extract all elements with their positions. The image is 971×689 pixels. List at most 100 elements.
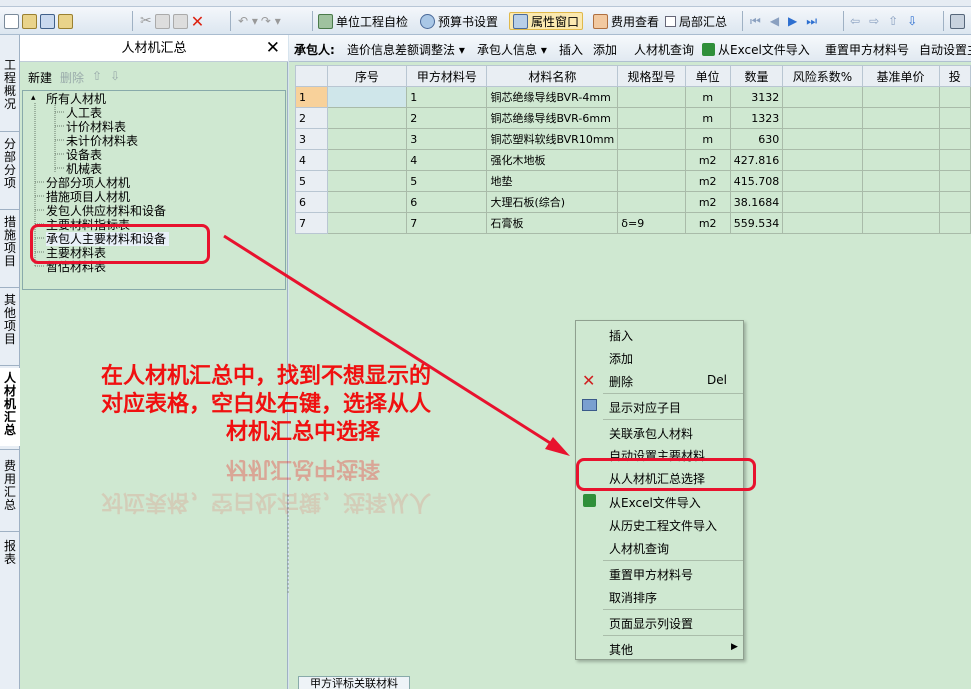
index-cell[interactable] [326, 128, 408, 150]
base-price-cell[interactable] [861, 170, 940, 192]
code-cell[interactable]: 5 [406, 170, 488, 192]
unit-cell[interactable]: m2 [684, 191, 731, 213]
unit-cell[interactable]: m2 [684, 149, 731, 171]
menu-show-child[interactable]: 显示对应子目 [609, 399, 681, 416]
menu-link-contractor[interactable]: 关联承包人材料 [609, 425, 693, 442]
qty-cell[interactable]: 559.534 [729, 212, 784, 234]
table-row[interactable]: 4 4 强化木地板 m2 427.816 [295, 149, 971, 171]
tab-project-overview[interactable]: 工程概况 [0, 59, 20, 111]
name-cell[interactable]: 铜芯塑料软线BVR10mm [486, 128, 619, 150]
table-row[interactable]: 5 5 地垫 m2 415.708 [295, 170, 971, 192]
risk-cell[interactable] [782, 149, 863, 171]
add-button[interactable]: 添加 [593, 41, 617, 58]
table-row[interactable]: 1 1 铜芯绝缘导线BVR-4mm m 3132 [295, 86, 971, 108]
bid-cell[interactable] [938, 86, 971, 108]
col-header-bid[interactable]: 投 [938, 65, 971, 87]
qty-cell[interactable]: 415.708 [729, 170, 784, 192]
bid-cell[interactable] [938, 128, 971, 150]
bid-cell[interactable] [938, 149, 971, 171]
menu-import-excel[interactable]: 从Excel文件导入 [609, 494, 701, 511]
row-number[interactable]: 1 [295, 86, 328, 108]
partial-summary-checkbox[interactable]: 局部汇总 [665, 12, 727, 30]
col-header-qty[interactable]: 数量 [729, 65, 784, 87]
calculator-button[interactable] [950, 12, 965, 30]
bid-cell[interactable] [938, 170, 971, 192]
tree-item-machinery[interactable]: 机械表 [66, 162, 102, 176]
tab-measures[interactable]: 措施项目 [0, 216, 20, 268]
move-up-icon[interactable]: ⇧ [888, 14, 898, 28]
spec-cell[interactable] [617, 191, 686, 213]
qty-cell[interactable]: 630 [729, 128, 784, 150]
qty-cell[interactable]: 3132 [729, 86, 784, 108]
bid-cell[interactable] [938, 212, 971, 234]
tree-item-unpriced-materials[interactable]: 未计价材料表 [66, 134, 138, 148]
menu-query[interactable]: 人材机查询 [609, 540, 669, 557]
prev-icon[interactable]: ◀ [770, 14, 779, 28]
bid-cell[interactable] [938, 107, 971, 129]
qty-cell[interactable]: 1323 [729, 107, 784, 129]
unit-cell[interactable]: m [684, 128, 731, 150]
tab-reports[interactable]: 报表 [0, 540, 20, 566]
menu-other[interactable]: 其他 [609, 641, 633, 658]
property-window-button[interactable]: 属性窗口 [509, 12, 584, 30]
index-cell[interactable] [326, 86, 408, 108]
risk-cell[interactable] [782, 128, 863, 150]
contractor-info-dropdown[interactable]: 承包人信息 ▾ [477, 41, 547, 58]
menu-import-history[interactable]: 从历史工程文件导入 [609, 517, 717, 534]
corner-cell[interactable] [295, 65, 328, 87]
tree-item-section-materials[interactable]: 分部分项人材机 [46, 176, 130, 190]
table-row[interactable]: 2 2 铜芯绝缘导线BVR-6mm m 1323 [295, 107, 971, 129]
base-price-cell[interactable] [861, 128, 940, 150]
base-price-cell[interactable] [861, 86, 940, 108]
code-cell[interactable]: 2 [406, 107, 488, 129]
undo-icon[interactable]: ↶ ▾ [238, 14, 258, 28]
spec-cell[interactable] [617, 149, 686, 171]
index-cell[interactable] [326, 170, 408, 192]
close-icon[interactable]: ✕ [266, 35, 280, 62]
tab-material-summary[interactable]: 人材机汇总 [0, 368, 20, 446]
base-price-cell[interactable] [861, 191, 940, 213]
delete-icon[interactable]: ✕ [191, 12, 204, 31]
index-cell[interactable] [326, 191, 408, 213]
name-cell[interactable]: 大理石板(综合) [486, 191, 619, 213]
spec-cell[interactable] [617, 107, 686, 129]
unit-cell[interactable]: m [684, 107, 731, 129]
code-cell[interactable]: 3 [406, 128, 488, 150]
name-cell[interactable]: 强化木地板 [486, 149, 619, 171]
open-project-icon[interactable] [58, 13, 73, 29]
auto-set-button[interactable]: 自动设置主 [919, 41, 971, 58]
insert-button[interactable]: 插入 [559, 41, 583, 58]
move-right-icon[interactable]: ⇨ [869, 14, 879, 28]
code-cell[interactable]: 4 [406, 149, 488, 171]
tree-root[interactable]: 所有人材机 [46, 92, 106, 106]
move-left-icon[interactable]: ⇦ [850, 14, 860, 28]
risk-cell[interactable] [782, 191, 863, 213]
last-icon[interactable]: ⏭ [806, 14, 817, 29]
spec-cell[interactable] [617, 128, 686, 150]
base-price-cell[interactable] [861, 149, 940, 171]
material-query-button[interactable]: 人材机查询 [634, 41, 694, 58]
redo-icon[interactable]: ↷ ▾ [261, 14, 281, 28]
row-number[interactable]: 7 [295, 212, 328, 234]
col-header-risk[interactable]: 风险系数% [782, 65, 863, 87]
delete-button[interactable]: 删除 [60, 69, 84, 86]
expand-icon[interactable]: ▴ [31, 91, 36, 105]
menu-cancel-sort[interactable]: 取消排序 [609, 589, 657, 606]
menu-insert[interactable]: 插入 [609, 327, 633, 344]
code-cell[interactable]: 1 [406, 86, 488, 108]
reset-code-button[interactable]: 重置甲方材料号 [825, 41, 909, 58]
col-header-unit[interactable]: 单位 [684, 65, 731, 87]
name-cell[interactable]: 地垫 [486, 170, 619, 192]
col-header-index[interactable]: 序号 [326, 65, 408, 87]
bid-cell[interactable] [938, 191, 971, 213]
table-row[interactable]: 7 7 石膏板 δ=9 m2 559.534 [295, 212, 971, 234]
code-cell[interactable]: 6 [406, 191, 488, 213]
col-header-spec[interactable]: 规格型号 [617, 65, 686, 87]
move-up-icon[interactable]: ⇧ [92, 69, 102, 86]
spec-cell[interactable] [617, 86, 686, 108]
excel-import-button[interactable]: 从Excel文件导入 [702, 41, 810, 58]
new-button[interactable]: 新建 [28, 69, 52, 86]
next-icon[interactable]: ▶ [788, 14, 797, 28]
self-check-button[interactable]: 单位工程自检 [318, 12, 408, 30]
menu-page-columns[interactable]: 页面显示列设置 [609, 615, 693, 632]
